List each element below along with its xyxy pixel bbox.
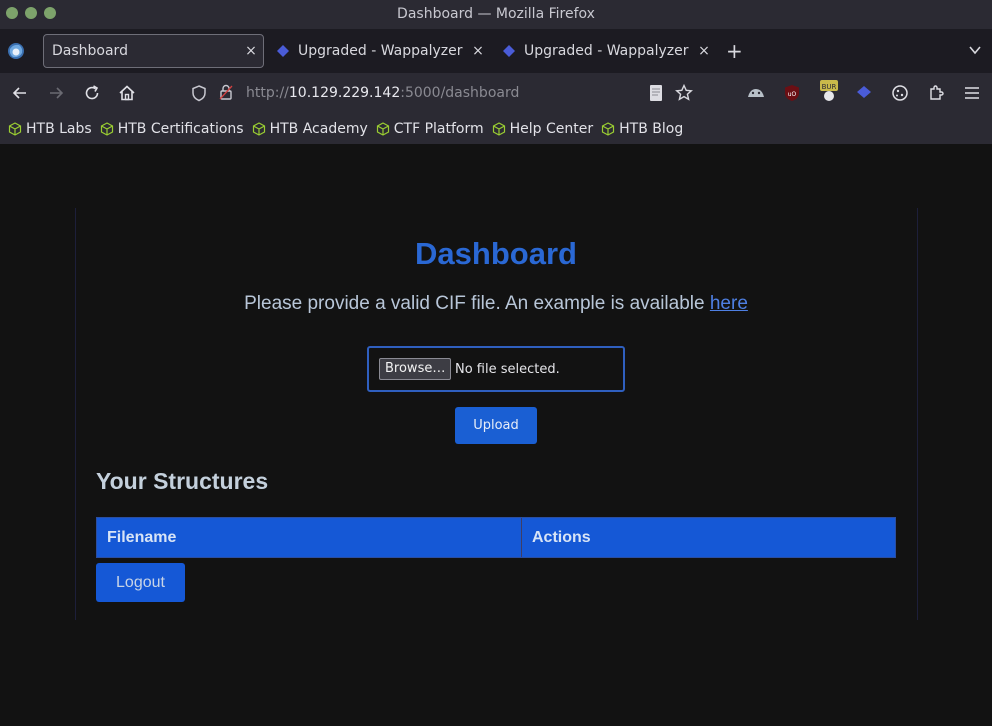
lock-icon[interactable] xyxy=(218,83,234,101)
bookmark-label: Help Center xyxy=(509,120,594,137)
bookmark-label: HTB Labs xyxy=(26,120,92,137)
bookmark-label: HTB Academy xyxy=(269,120,368,137)
bookmark-label: HTB Certifications xyxy=(117,120,244,137)
reader-view-icon[interactable] xyxy=(648,84,664,102)
extensions-puzzle-icon[interactable] xyxy=(926,83,946,103)
tab-label: Upgraded - Wappalyzer xyxy=(298,43,463,59)
cube-icon xyxy=(252,121,265,136)
upload-button[interactable]: Upload xyxy=(455,407,537,444)
bookmark-htb-labs[interactable]: HTB Labs xyxy=(8,121,92,137)
url-path: :5000/dashboard xyxy=(400,85,520,101)
bookmark-help-center[interactable]: Help Center xyxy=(492,120,594,137)
bookmark-label: HTB Blog xyxy=(619,120,684,137)
tab-label: Upgraded - Wappalyzer xyxy=(524,43,689,59)
tab-strip: Dashboard × Upgraded - Wappalyzer × Upgr… xyxy=(0,29,992,73)
cookie-icon[interactable] xyxy=(890,83,910,103)
new-tab-button[interactable]: + xyxy=(726,41,743,61)
description-text: Please provide a valid CIF file. An exam… xyxy=(244,293,710,314)
bookmark-htb-academy[interactable]: HTB Academy xyxy=(252,121,368,137)
shield-icon[interactable] xyxy=(190,84,208,102)
star-icon[interactable] xyxy=(674,83,694,103)
window-titlebar: Dashboard — Mozilla Firefox xyxy=(0,0,992,29)
burp-icon[interactable]: BUR xyxy=(818,79,840,103)
bookmark-label: CTF Platform xyxy=(393,120,484,137)
close-tab-icon[interactable]: × xyxy=(239,43,263,59)
tab-wappalyzer-2[interactable]: Upgraded - Wappalyzer × xyxy=(490,34,716,68)
url-host: 10.129.229.142 xyxy=(288,85,401,101)
logout-button[interactable]: Logout xyxy=(96,563,185,602)
structures-heading: Your Structures xyxy=(96,468,269,494)
url-text[interactable]: http://10.129.229.142:5000/dashboard xyxy=(246,85,519,101)
chevron-down-icon[interactable] xyxy=(968,43,982,57)
structures-table-header: Filename Actions xyxy=(96,517,896,558)
browse-button[interactable]: Browse… xyxy=(379,358,452,380)
forward-arrow-icon[interactable] xyxy=(46,83,66,103)
cube-icon xyxy=(492,121,505,136)
wappalyzer-extension-icon[interactable] xyxy=(854,83,874,103)
wappalyzer-icon xyxy=(277,45,289,57)
address-bar[interactable]: http://10.129.229.142:5000/dashboard xyxy=(180,77,710,109)
url-scheme: http:// xyxy=(246,85,289,101)
cube-icon xyxy=(100,121,113,136)
foxyproxy-icon[interactable] xyxy=(746,83,766,103)
bookmark-ctf-platform[interactable]: CTF Platform xyxy=(376,121,484,137)
close-tab-icon[interactable]: × xyxy=(692,43,716,59)
window-title: Dashboard — Mozilla Firefox xyxy=(397,6,595,22)
tab-label: Dashboard xyxy=(52,43,128,59)
wappalyzer-icon xyxy=(503,45,515,57)
bookmarks-toolbar: HTB Labs HTB Certifications HTB Academy … xyxy=(0,113,992,144)
page-content: Dashboard Please provide a valid CIF fil… xyxy=(0,144,992,726)
menu-hamburger-icon[interactable] xyxy=(962,83,982,103)
svg-text:BUR: BUR xyxy=(822,83,837,91)
tab-dashboard[interactable]: Dashboard × xyxy=(43,34,264,68)
firefox-view-icon[interactable] xyxy=(7,42,25,60)
column-header-filename: Filename xyxy=(97,518,522,557)
back-arrow-icon[interactable] xyxy=(10,83,30,103)
cube-icon xyxy=(602,121,615,136)
cube-icon xyxy=(376,121,389,136)
bookmark-htb-blog[interactable]: HTB Blog xyxy=(601,121,683,137)
file-status: No file selected. xyxy=(455,362,560,377)
reload-icon[interactable] xyxy=(82,83,102,103)
ublock-origin-icon[interactable]: uO xyxy=(782,83,802,103)
example-link[interactable]: here xyxy=(710,293,748,314)
close-tab-icon[interactable]: × xyxy=(466,43,490,59)
svg-text:uO: uO xyxy=(788,91,797,98)
page-description: Please provide a valid CIF file. An exam… xyxy=(0,293,992,315)
column-header-actions: Actions xyxy=(532,529,591,546)
home-icon[interactable] xyxy=(117,83,137,103)
navigation-bar: http://10.129.229.142:5000/dashboard uO … xyxy=(0,73,992,113)
tab-wappalyzer-1[interactable]: Upgraded - Wappalyzer × xyxy=(264,34,490,68)
cif-file-input[interactable]: Browse… No file selected. xyxy=(367,346,625,392)
page-title: Dashboard xyxy=(415,236,577,271)
cube-icon xyxy=(8,121,22,136)
bookmark-htb-certifications[interactable]: HTB Certifications xyxy=(100,121,244,137)
